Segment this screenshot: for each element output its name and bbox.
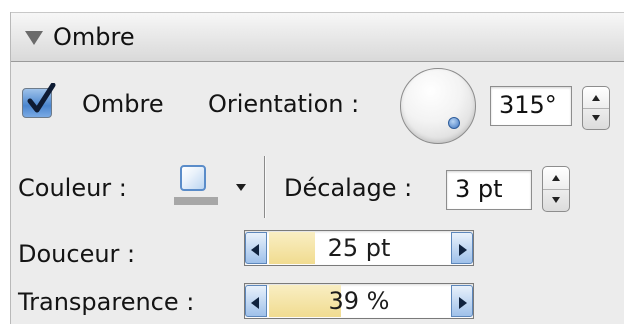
softness-label: Douceur : [18,240,136,268]
arrow-left-icon [251,244,259,256]
checkmark-icon [27,83,56,113]
chevron-down-icon[interactable] [552,197,560,203]
disclosure-triangle-down-icon[interactable] [25,31,43,45]
chevron-up-icon[interactable] [552,175,560,181]
arrow-right-icon [459,297,467,309]
angle-dial-icon[interactable] [400,68,476,144]
transparency-increase-button[interactable] [451,285,473,317]
popup-arrow-icon[interactable] [236,184,246,191]
softness-increase-button[interactable] [451,232,473,264]
arrow-left-icon [251,297,259,309]
section-title: Ombre [53,23,135,51]
softness-slider[interactable]: 25 pt [244,230,474,266]
orientation-field[interactable]: 315° [490,86,572,126]
row-divider [264,156,266,218]
offset-stepper[interactable] [542,166,570,212]
orientation-label: Orientation : [208,90,360,118]
orientation-stepper[interactable] [582,86,610,130]
color-swatch [180,165,206,191]
chevron-down-icon[interactable] [592,115,600,121]
softness-value: 25 pt [327,234,391,262]
transparency-value: 39 % [328,287,390,315]
shadow-checkbox-label[interactable]: Ombre [82,90,164,118]
orientation-value: 315° [499,91,557,119]
shadow-checkbox[interactable] [22,83,56,118]
offset-field[interactable]: 3 pt [446,170,532,210]
transparency-decrease-button[interactable] [245,285,267,317]
offset-value: 3 pt [455,175,503,203]
color-label: Couleur : [18,174,127,202]
section-header[interactable]: Ombre [11,12,624,62]
transparency-label: Transparence : [18,288,195,316]
stepper-divider [543,189,569,190]
shadow-inspector-panel: Ombre [10,12,624,324]
dial-knob[interactable] [448,117,460,129]
arrow-right-icon [459,244,467,256]
stepper-divider [583,108,609,109]
chevron-up-icon[interactable] [592,95,600,101]
transparency-slider[interactable]: 39 % [244,283,474,319]
offset-label: Décalage : [284,174,413,202]
softness-decrease-button[interactable] [245,232,267,264]
color-bar [174,197,218,205]
shadow-color-well[interactable] [174,165,218,213]
